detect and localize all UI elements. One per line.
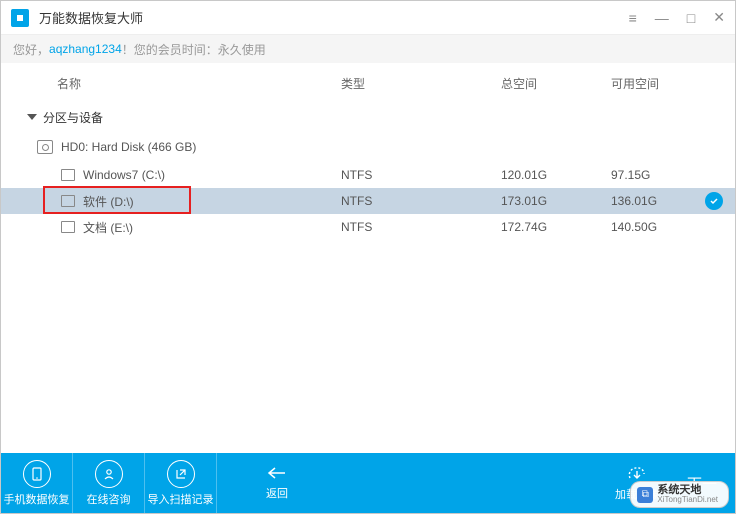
- watermark-en: XiTongTianDi.net: [657, 496, 718, 505]
- phone-icon: [23, 460, 51, 488]
- import-icon: [167, 460, 195, 488]
- disk-label: HD0: Hard Disk (466 GB): [61, 140, 196, 154]
- maximize-icon[interactable]: □: [687, 10, 695, 26]
- check-icon: [705, 192, 723, 210]
- minimize-icon[interactable]: —: [655, 10, 669, 26]
- drive-name: Windows7 (C:\): [83, 168, 165, 182]
- drive-type: NTFS: [341, 168, 501, 182]
- app-logo-icon: [11, 9, 29, 27]
- back-label: 返回: [266, 485, 288, 501]
- back-arrow-icon: [265, 465, 289, 481]
- drive-total: 173.01G: [501, 194, 611, 208]
- drive-name: 软件 (D:\): [83, 193, 134, 210]
- person-icon: [95, 460, 123, 488]
- import-scan-label: 导入扫描记录: [148, 491, 214, 507]
- hard-disk-icon: [37, 140, 53, 154]
- drive-icon: [61, 169, 75, 181]
- greeting-username: aqzhang1234: [49, 42, 122, 56]
- drive-type: NTFS: [341, 194, 501, 208]
- drive-type: NTFS: [341, 220, 501, 234]
- col-name-header: 名称: [1, 75, 341, 92]
- import-scan-button[interactable]: 导入扫描记录: [145, 453, 217, 513]
- phone-recovery-button[interactable]: 手机数据恢复: [1, 453, 73, 513]
- watermark-badge: ⧉ 系统天地 XiTongTianDi.net: [630, 481, 729, 508]
- drive-row-c[interactable]: Windows7 (C:\) NTFS 120.01G 97.15G: [1, 162, 735, 188]
- drive-total: 172.74G: [501, 220, 611, 234]
- disk-row[interactable]: HD0: Hard Disk (466 GB): [1, 132, 735, 162]
- drive-name: 文档 (E:\): [83, 219, 133, 236]
- col-free-header: 可用空间: [611, 75, 701, 92]
- table-header: 名称 类型 总空间 可用空间: [1, 63, 735, 102]
- drive-total: 120.01G: [501, 168, 611, 182]
- back-button[interactable]: 返回: [265, 465, 289, 501]
- load-image-icon: [626, 464, 648, 482]
- drive-free: 140.50G: [611, 220, 701, 234]
- footer-toolbar: 手机数据恢复 在线咨询 导入扫描记录 返回 加载镜像: [1, 453, 735, 513]
- titlebar: 万能数据恢复大师 ≡ — □ ✕: [1, 1, 735, 35]
- drive-free: 97.15G: [611, 168, 701, 182]
- close-icon[interactable]: ✕: [713, 9, 725, 26]
- drive-row-e[interactable]: 文档 (E:\) NTFS 172.74G 140.50G: [1, 214, 735, 240]
- online-consult-button[interactable]: 在线咨询: [73, 453, 145, 513]
- greeting-bar: 您好， aqzhang1234 ！您的会员时间：永久使用: [1, 35, 735, 63]
- phone-recovery-label: 手机数据恢复: [4, 491, 70, 507]
- drive-icon: [61, 195, 75, 207]
- online-consult-label: 在线咨询: [87, 491, 131, 507]
- app-title: 万能数据恢复大师: [39, 8, 629, 27]
- watermark-icon: ⧉: [637, 487, 653, 503]
- greeting-suffix: ！您的会员时间：永久使用: [122, 41, 266, 58]
- chevron-down-icon: [27, 114, 37, 120]
- menu-icon[interactable]: ≡: [629, 10, 637, 26]
- section-partitions[interactable]: 分区与设备: [1, 102, 735, 132]
- drive-free: 136.01G: [611, 194, 701, 208]
- content-area: 名称 类型 总空间 可用空间 分区与设备 HD0: Hard Disk (466…: [1, 63, 735, 453]
- col-total-header: 总空间: [501, 75, 611, 92]
- section-label: 分区与设备: [43, 109, 103, 126]
- col-type-header: 类型: [341, 75, 501, 92]
- drive-icon: [61, 221, 75, 233]
- drive-row-d[interactable]: 软件 (D:\) NTFS 173.01G 136.01G: [1, 188, 735, 214]
- greeting-prefix: 您好，: [13, 41, 49, 58]
